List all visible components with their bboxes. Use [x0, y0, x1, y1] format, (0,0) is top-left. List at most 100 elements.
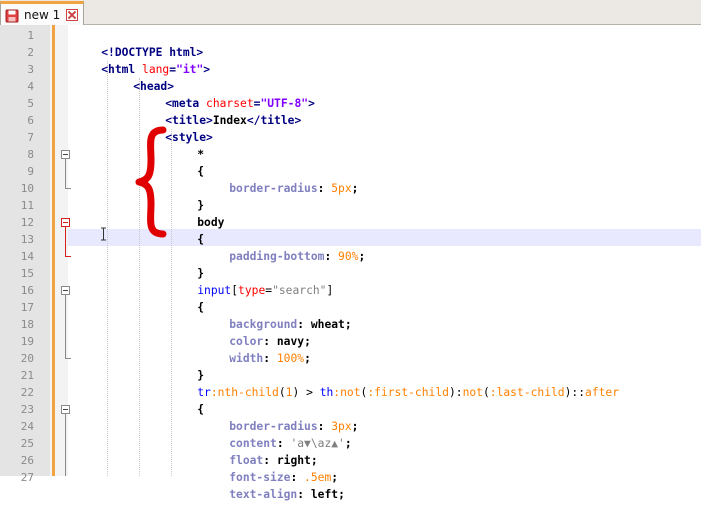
- code-line-current[interactable]: padding-bottom: 90%;: [202, 231, 365, 263]
- curly-brace-annotation: [135, 126, 167, 238]
- code-string: "it": [176, 63, 204, 76]
- fold-toggle[interactable]: [61, 286, 70, 295]
- line-number: 3: [27, 63, 34, 76]
- code-line[interactable]: border-radius: 3px;: [202, 401, 358, 433]
- code-line[interactable]: {: [170, 384, 204, 416]
- code-line[interactable]: <html lang="it">: [74, 44, 210, 76]
- code-pseudo: after: [585, 386, 620, 399]
- fold-end: [65, 188, 71, 189]
- line-number: 17: [20, 301, 34, 314]
- code-token: ) >: [292, 386, 320, 399]
- code-line[interactable]: }: [170, 180, 204, 212]
- code-property: padding-bottom: [229, 250, 325, 263]
- save-disk-icon: [5, 8, 19, 22]
- code-line[interactable]: font-size: .5em;: [202, 452, 338, 484]
- code-line[interactable]: *: [170, 129, 204, 161]
- fold-line-active: [65, 227, 66, 256]
- line-number: 14: [20, 250, 34, 263]
- code-line[interactable]: }: [170, 248, 204, 280]
- code-token: ;: [344, 437, 352, 450]
- code-line[interactable]: <!DOCTYPE html>: [74, 27, 203, 59]
- line-number: 9: [27, 165, 34, 178]
- code-line[interactable]: }: [170, 350, 204, 382]
- fold-toggle-active[interactable]: [61, 218, 70, 227]
- code-token: :: [324, 250, 339, 263]
- indent-guide: [107, 61, 108, 476]
- fold-line: [65, 414, 66, 476]
- fold-line: [65, 159, 66, 188]
- code-token: </title>: [246, 114, 302, 127]
- code-token: (: [482, 386, 490, 399]
- code-token: ;: [358, 250, 366, 263]
- code-token: :: [317, 182, 332, 195]
- code-token: ;: [351, 182, 359, 195]
- line-number: 1: [27, 29, 34, 42]
- line-number: 18: [20, 318, 34, 331]
- code-pseudo: :first-child: [367, 386, 449, 399]
- code-line[interactable]: width: 100%;: [202, 333, 311, 365]
- line-number: 5: [27, 97, 34, 110]
- code-line[interactable]: {: [170, 146, 204, 178]
- line-number: 16: [20, 284, 34, 297]
- code-number: 100%: [276, 352, 305, 365]
- line-number: 2: [27, 46, 34, 59]
- code-token: :: [263, 352, 277, 365]
- code-token: ;: [338, 488, 345, 501]
- fold-line: [65, 295, 66, 358]
- line-number: 27: [20, 471, 34, 484]
- code-pseudo: :last-child: [489, 386, 565, 399]
- code-pseudo: :nth-child: [210, 386, 279, 399]
- fold-toggle[interactable]: [61, 405, 70, 414]
- code-token: ]: [326, 284, 334, 297]
- code-token: ):: [448, 386, 463, 399]
- code-line[interactable]: color: navy;: [202, 316, 311, 348]
- code-line[interactable]: border-radius: 5px;: [202, 163, 358, 195]
- line-number: 25: [20, 437, 34, 450]
- line-number: 24: [20, 420, 34, 433]
- code-line[interactable]: float: right;: [202, 435, 317, 467]
- code-line[interactable]: background: wheat;: [202, 299, 351, 331]
- code-attr: type: [238, 284, 266, 297]
- code-property: text-align: [229, 488, 298, 501]
- code-token: >: [203, 63, 211, 76]
- line-number: 4: [27, 80, 34, 93]
- code-pseudo: not: [462, 386, 483, 399]
- line-number: 8: [27, 148, 34, 161]
- code-number: 5px: [331, 182, 352, 195]
- code-line[interactable]: input[type="search"]: [170, 265, 333, 297]
- code-line[interactable]: body: [170, 197, 224, 229]
- line-number: 15: [20, 267, 34, 280]
- code-text: Index: [212, 114, 247, 127]
- code-line[interactable]: {: [170, 282, 204, 314]
- code-line[interactable]: content: 'a▼\az▲';: [202, 418, 351, 450]
- code-line[interactable]: <title>Index</title>: [138, 95, 301, 127]
- line-number: 7: [27, 131, 34, 144]
- line-number: 10: [20, 182, 34, 195]
- code-line[interactable]: <head>: [106, 61, 174, 93]
- tab-bar: new 1: [0, 0, 701, 25]
- code-property: border-radius: [229, 182, 318, 195]
- code-token: ;: [304, 352, 311, 365]
- tab-new-1[interactable]: new 1: [0, 1, 84, 25]
- code-line[interactable]: tr:nth-child(1) > th:not(:first-child):n…: [170, 367, 619, 399]
- code-token: )::: [564, 386, 586, 399]
- code-token: (: [278, 386, 286, 399]
- line-number: 19: [20, 335, 34, 348]
- change-history-bar: [52, 25, 55, 476]
- code-pseudo: :not: [333, 386, 361, 399]
- fold-toggle[interactable]: [61, 150, 70, 159]
- code-line[interactable]: {: [170, 214, 204, 246]
- code-value: left: [310, 488, 339, 501]
- fold-end-active: [65, 256, 71, 257]
- tab-label: new 1: [24, 7, 61, 22]
- line-number: 12: [20, 216, 34, 229]
- code-line[interactable]: text-align: left;: [202, 469, 345, 501]
- text-cursor-icon: [101, 227, 106, 241]
- close-icon[interactable]: [66, 8, 79, 21]
- line-number: 23: [20, 403, 34, 416]
- code-line[interactable]: <meta charset="UTF-8">: [138, 78, 315, 110]
- code-token: ;: [351, 420, 359, 433]
- code-editor[interactable]: 1 2 3 4 5 6 7 8 9 10 11 12 13 14 15 16 1…: [0, 25, 701, 501]
- code-token: >: [308, 97, 315, 110]
- code-property: width: [229, 352, 264, 365]
